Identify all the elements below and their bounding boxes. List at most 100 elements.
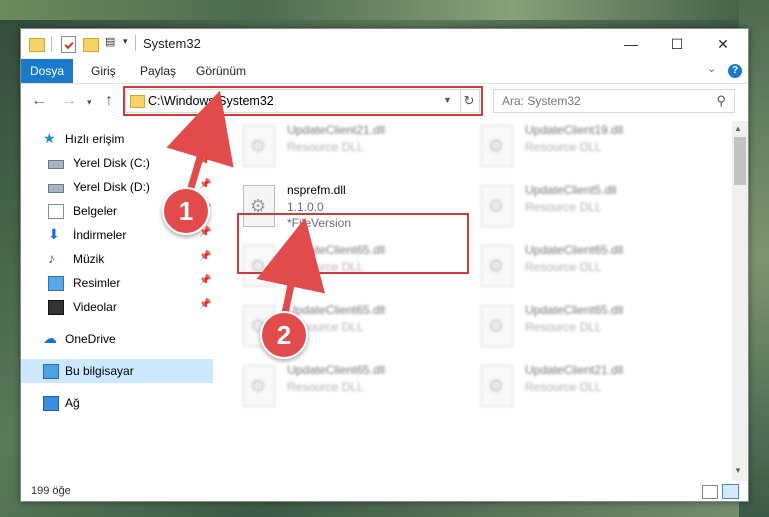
window-title: System32: [143, 36, 201, 51]
file-type: Resource DLL: [287, 380, 364, 394]
tab-file[interactable]: Dosya: [21, 59, 73, 83]
maximize-button[interactable]: ☐: [654, 29, 700, 59]
dll-file-icon: [481, 185, 513, 227]
file-explorer-window: ▤ ▾ System32 — ☐ ✕ Dosya Giriş Paylaş Gö…: [20, 28, 749, 502]
computer-icon: [43, 364, 59, 379]
file-name: UpdateClient21.dll: [525, 363, 624, 377]
item-count: 199 öğe: [31, 485, 71, 497]
scroll-up-icon[interactable]: ▲: [734, 124, 742, 133]
dll-file-icon: [481, 125, 513, 167]
sidebar-item-label: Belgeler: [73, 204, 118, 218]
status-bar: 199 öğe: [21, 481, 748, 501]
search-icon[interactable]: ⚲: [716, 93, 726, 109]
close-button[interactable]: ✕: [700, 29, 746, 59]
desktop-background: [0, 0, 769, 20]
quick-access-dropdown-icon[interactable]: ▾: [123, 36, 128, 52]
back-arrow-icon[interactable]: ←: [31, 92, 47, 110]
sidebar-item-label: Hızlı erişim: [65, 132, 125, 146]
file-tile[interactable]: UpdateClient5.dll Resource DLL: [469, 181, 699, 233]
file-type: Resource DLL: [287, 140, 364, 154]
dll-file-icon: [481, 245, 513, 287]
up-arrow-icon[interactable]: ↑: [105, 92, 113, 110]
file-name: UpdateClient65.dll: [287, 303, 386, 317]
separator: [51, 36, 52, 52]
properties-icon[interactable]: [61, 36, 76, 53]
file-tile[interactable]: UpdateClient21.dll Resource DLL: [231, 121, 461, 173]
file-list: UpdateClient21.dll Resource DLL UpdateCl…: [226, 121, 732, 467]
pin-icon[interactable]: 📌: [199, 299, 211, 310]
dll-file-icon: [481, 365, 513, 407]
step-badge-1: 1: [162, 187, 210, 235]
pictures-icon: [48, 276, 64, 291]
minimize-button[interactable]: —: [608, 29, 654, 59]
pin-icon[interactable]: 📌: [199, 179, 211, 190]
sidebar-item-label: Yerel Disk (D:): [73, 180, 150, 194]
step-badge-2: 2: [260, 311, 308, 359]
file-tile[interactable]: UpdateClient19.dll Resource DLL: [469, 121, 699, 173]
sidebar-item-label: Ağ: [65, 396, 80, 410]
customize-icon[interactable]: ▤: [105, 35, 121, 51]
scroll-thumb[interactable]: [734, 137, 746, 185]
folder-icon: [29, 38, 45, 52]
file-type: Resource DLL: [525, 200, 602, 214]
sidebar-item-label: OneDrive: [65, 332, 116, 346]
separator: [135, 35, 136, 51]
network-icon: [43, 396, 59, 411]
dll-file-icon: [243, 365, 275, 407]
tab-view[interactable]: Görünüm: [196, 59, 246, 83]
star-icon: ★: [43, 130, 56, 146]
file-version: 1.1.0.0: [287, 200, 324, 214]
sidebar-item-network[interactable]: Ağ: [21, 391, 213, 415]
pin-icon[interactable]: 📌: [199, 251, 211, 262]
file-name: UpdateClient5.dll: [525, 183, 617, 197]
sidebar-item-onedrive[interactable]: ☁ OneDrive: [21, 327, 213, 351]
sidebar-item-pictures[interactable]: Resimler 📌: [21, 271, 213, 295]
scroll-down-icon[interactable]: ▼: [734, 466, 742, 475]
vertical-scrollbar[interactable]: ▲ ▼: [732, 121, 748, 481]
sidebar-item-videos[interactable]: Videolar 📌: [21, 295, 213, 319]
file-name: UpdateClient65.dll: [525, 303, 624, 317]
sidebar-item-label: Yerel Disk (C:): [73, 156, 150, 170]
file-name: UpdateClient65.dll: [287, 363, 386, 377]
file-tile[interactable]: UpdateClient65.dll Resource DLL: [469, 241, 699, 293]
ribbon-tabs: Dosya Giriş Paylaş Görünüm ⌄ ?: [21, 59, 748, 83]
videos-icon: [48, 300, 64, 315]
chevron-down-icon[interactable]: ⌄: [707, 62, 716, 75]
navigation-pane: ★ Hızlı erişim Yerel Disk (C:) 📌 Yerel D…: [21, 121, 213, 467]
tiles-view-icon[interactable]: [722, 484, 739, 499]
sidebar-item-this-pc[interactable]: Bu bilgisayar: [21, 359, 213, 383]
file-name: nsprefm.dll: [287, 183, 346, 197]
pin-icon[interactable]: 📌: [199, 155, 211, 166]
cloud-icon: ☁: [43, 330, 57, 346]
sidebar-item-label: Videolar: [73, 300, 117, 314]
file-tile[interactable]: UpdateClient21.dll Resource DLL: [469, 361, 699, 413]
sidebar-item-quick-access[interactable]: ★ Hızlı erişim: [21, 127, 213, 151]
file-tile[interactable]: UpdateClient65.dll Resource DLL: [469, 301, 699, 353]
new-folder-icon[interactable]: [83, 38, 99, 52]
tab-share[interactable]: Paylaş: [140, 59, 176, 83]
forward-arrow-icon[interactable]: →: [61, 92, 77, 110]
drive-icon: [48, 184, 64, 193]
sidebar-item-label: Resimler: [73, 276, 121, 290]
file-highlight: [237, 213, 469, 274]
tab-home[interactable]: Giriş: [91, 59, 116, 83]
sidebar-item-label: Bu bilgisayar: [65, 364, 134, 378]
sidebar-item-music[interactable]: ♪ Müzik 📌: [21, 247, 213, 271]
pin-icon[interactable]: 📌: [199, 275, 211, 286]
download-icon: ⬇: [48, 226, 60, 242]
help-icon[interactable]: ?: [728, 64, 742, 78]
file-name: UpdateClient19.dll: [525, 123, 624, 137]
file-type: Resource DLL: [525, 260, 602, 274]
sidebar-item-local-disk-c[interactable]: Yerel Disk (C:) 📌: [21, 151, 213, 175]
file-tile[interactable]: UpdateClient65.dll Resource DLL: [231, 361, 461, 413]
address-highlight: [123, 86, 483, 116]
details-view-icon[interactable]: [702, 485, 718, 499]
title-bar: ▤ ▾ System32 — ☐ ✕: [21, 29, 748, 59]
navigation-bar: ← → ▾ ↑ C:\Windows\System32 ▼ ↻ Ara: Sys…: [21, 84, 748, 120]
search-input[interactable]: Ara: System32 ⚲: [493, 89, 735, 113]
file-type: Resource DLL: [525, 140, 602, 154]
file-type: Resource DLL: [525, 380, 602, 394]
recent-locations-icon[interactable]: ▾: [87, 97, 92, 108]
sidebar-item-label: Müzik: [73, 252, 105, 266]
file-name: UpdateClient65.dll: [525, 243, 624, 257]
